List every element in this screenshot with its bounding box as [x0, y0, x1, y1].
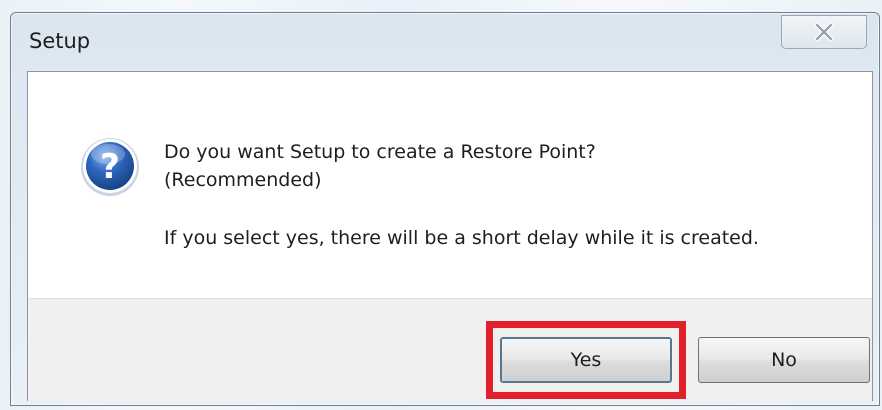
- button-bar: Yes No: [28, 298, 872, 402]
- detail-text: If you select yes, there will be a short…: [164, 227, 759, 249]
- window-title: Setup: [29, 29, 91, 53]
- setup-dialog-window: Setup ? Do you want Setup to create a Re…: [10, 12, 880, 406]
- question-icon: ?: [81, 138, 139, 196]
- highlight-annotation-box: [486, 321, 686, 399]
- svg-text:?: ?: [100, 147, 120, 187]
- question-line-1: Do you want Setup to create a Restore Po…: [164, 141, 596, 163]
- dialog-client-area: ? Do you want Setup to create a Restore …: [27, 71, 873, 402]
- question-text: Do you want Setup to create a Restore Po…: [164, 138, 596, 194]
- close-icon: [815, 23, 833, 41]
- no-button[interactable]: No: [698, 337, 870, 383]
- close-button[interactable]: [781, 15, 867, 49]
- message-area: ? Do you want Setup to create a Restore …: [28, 72, 872, 298]
- title-bar[interactable]: Setup: [11, 13, 879, 71]
- question-line-2: (Recommended): [164, 169, 322, 191]
